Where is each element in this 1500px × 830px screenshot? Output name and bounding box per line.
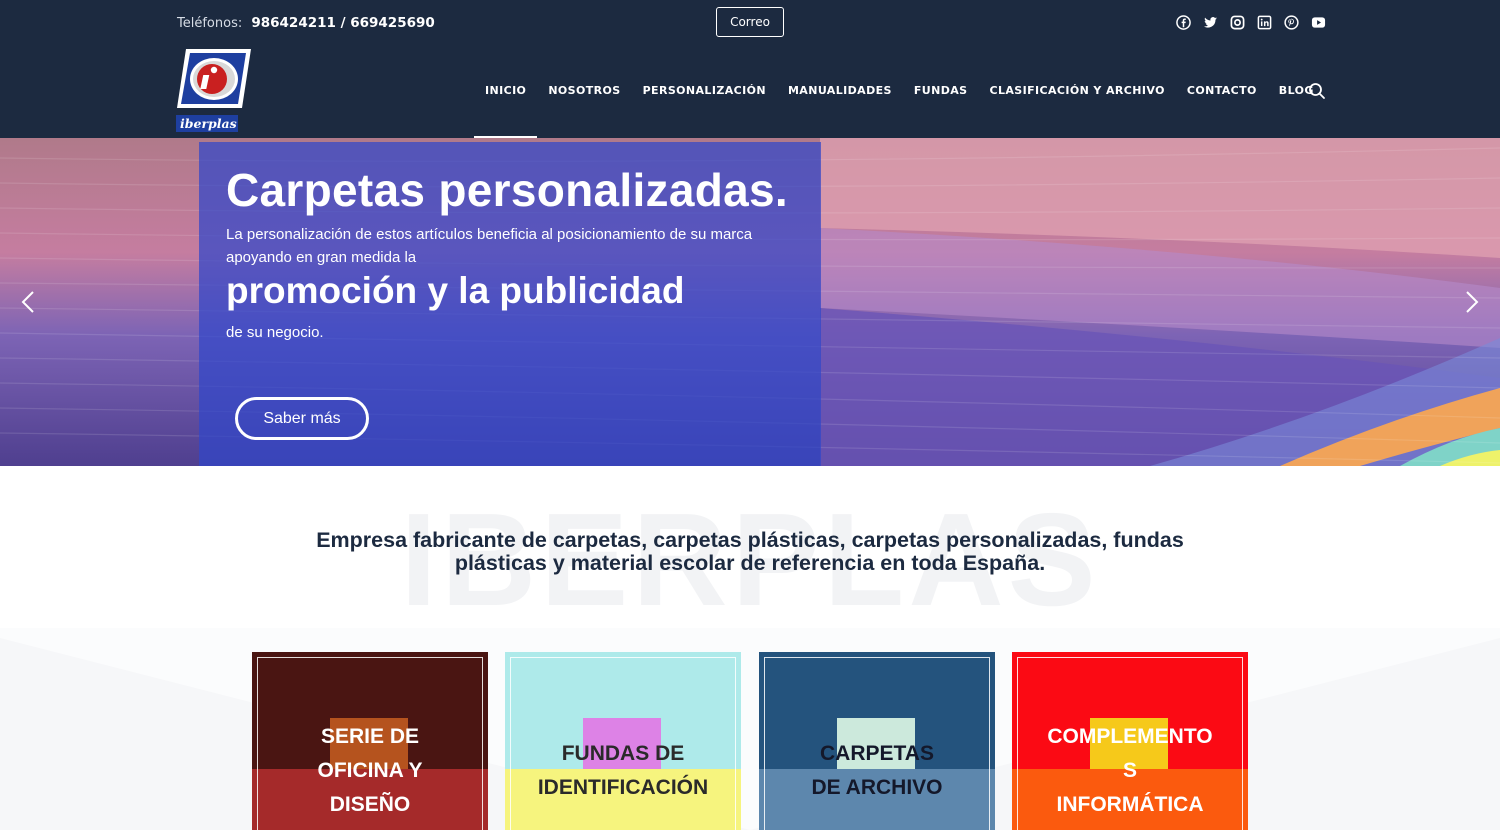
intro-heading-line2: plásticas y material escolar de referenc…	[454, 551, 1046, 575]
phones-info: Teléfonos: 986424211 / 669425690	[177, 15, 435, 31]
nav-fundas[interactable]: FUNDAS	[903, 72, 979, 110]
hero-title: Carpetas personalizadas.	[226, 164, 788, 216]
card-label: SERIE DE OFICINA Y DISEÑO	[252, 720, 488, 822]
card-label-line1	[759, 720, 995, 737]
iberplas-logo[interactable]: iberplas	[176, 48, 252, 132]
nav-contacto[interactable]: CONTACTO	[1176, 72, 1268, 110]
card-label-line3: DISEÑO	[329, 793, 411, 816]
card-label-line1: SERIE DE	[320, 725, 420, 748]
card-fundas-identificacion[interactable]: FUNDAS DE IDENTIFICACIÓN	[505, 652, 741, 830]
site-header: Teléfonos: 986424211 / 669425690 Correo	[0, 0, 1500, 138]
card-label-line3: DE ARCHIVO	[811, 776, 943, 799]
phones-numbers[interactable]: 986424211 / 669425690	[251, 15, 434, 31]
intro-section: IBERPLAS Empresa fabricante de carpetas,…	[0, 466, 1500, 628]
phones-label: Teléfonos:	[177, 16, 243, 31]
card-label-line1	[505, 720, 741, 737]
card-label: FUNDAS DE IDENTIFICACIÓN	[505, 720, 741, 805]
youtube-icon[interactable]	[1311, 15, 1326, 30]
chevron-right-icon[interactable]	[1464, 290, 1480, 314]
card-carpetas-archivo[interactable]: CARPETAS DE ARCHIVO	[759, 652, 995, 830]
nav-manualidades[interactable]: MANUALIDADES	[777, 72, 903, 110]
linkedin-icon[interactable]	[1257, 15, 1272, 30]
card-label-line2: FUNDAS DE	[561, 742, 685, 765]
nav-clasificacion-archivo[interactable]: CLASIFICACIÓN Y ARCHIVO	[978, 72, 1175, 110]
intro-heading: Empresa fabricante de carpetas, carpetas…	[290, 529, 1210, 575]
card-label-line1: COMPLEMENTO	[1047, 725, 1213, 748]
saber-mas-button[interactable]: Saber más	[235, 397, 369, 440]
facebook-icon[interactable]	[1176, 15, 1191, 30]
card-label-line2: CARPETAS	[820, 742, 934, 765]
hero-highlight: promoción y la publicidad	[226, 270, 685, 311]
svg-text:iberplas: iberplas	[180, 116, 237, 131]
correo-button[interactable]: Correo	[716, 7, 784, 37]
card-label-line3: INFORMÁTICA	[1056, 793, 1204, 816]
card-label: COMPLEMENTO S INFORMÁTICA	[1012, 720, 1248, 822]
categories-section	[0, 628, 1500, 830]
chevron-left-icon[interactable]	[20, 290, 36, 314]
social-links	[1176, 15, 1326, 30]
card-label-line3: IDENTIFICACIÓN	[537, 776, 709, 799]
instagram-icon[interactable]	[1230, 15, 1245, 30]
nav-personalizacion[interactable]: PERSONALIZACIÓN	[632, 72, 777, 110]
card-serie-oficina-diseno[interactable]: SERIE DE OFICINA Y DISEÑO	[252, 652, 488, 830]
main-nav: INICIO NOSOTROS PERSONALIZACIÓN MANUALID…	[474, 72, 1325, 138]
hero-text-line2: apoyando en gran medida la	[226, 249, 417, 266]
intro-heading-line1: Empresa fabricante de carpetas, carpetas…	[316, 528, 1184, 552]
nav-nosotros[interactable]: NOSOTROS	[537, 72, 631, 110]
card-label-line2: OFICINA Y	[317, 759, 423, 782]
pinterest-icon[interactable]	[1284, 15, 1299, 30]
hero-text-line3: de su negocio.	[226, 324, 324, 341]
top-bar: Teléfonos: 986424211 / 669425690 Correo	[0, 0, 1500, 46]
nav-inicio[interactable]: INICIO	[474, 72, 538, 138]
twitter-icon[interactable]	[1203, 15, 1218, 30]
section-background-shape	[0, 628, 1500, 830]
search-icon[interactable]	[1308, 82, 1326, 100]
card-label: CARPETAS DE ARCHIVO	[759, 720, 995, 805]
hero-text-line1: La personalización de estos artículos be…	[226, 226, 753, 243]
card-complementos-informatica[interactable]: COMPLEMENTO S INFORMÁTICA	[1012, 652, 1248, 830]
card-label-line2: S	[1122, 759, 1137, 782]
